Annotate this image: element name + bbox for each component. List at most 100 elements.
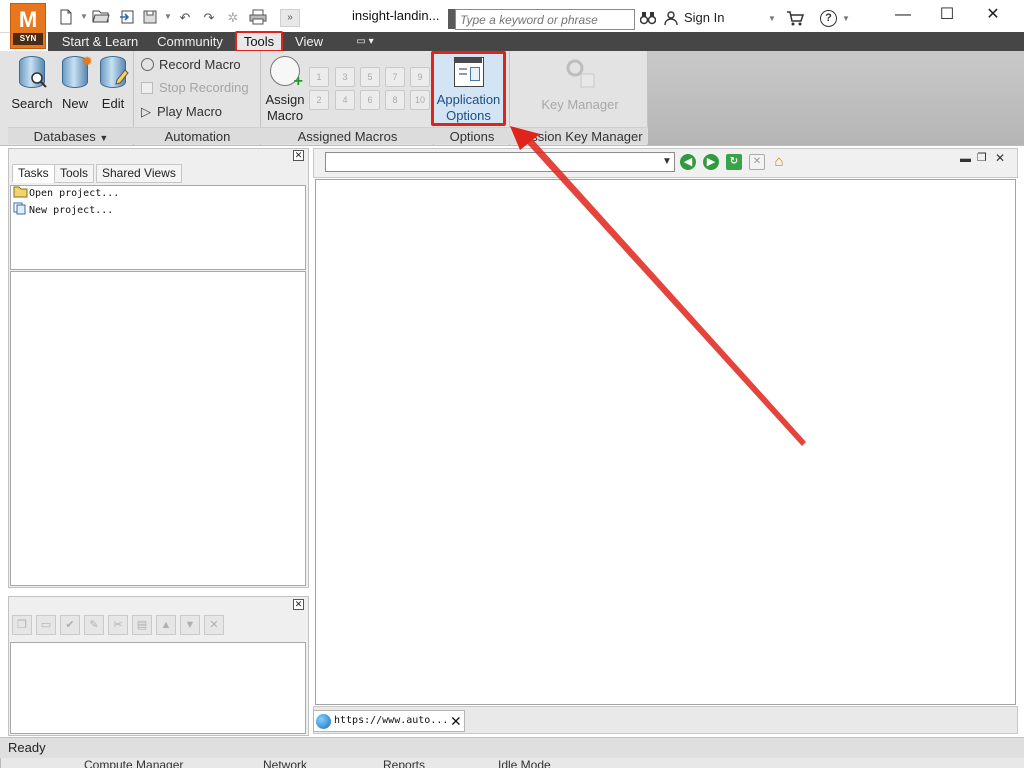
background-tab: Idle Mode xyxy=(498,758,551,768)
ribbon-display-options-icon[interactable]: ▭ ▾ xyxy=(350,32,380,51)
tab-tools[interactable]: Tools xyxy=(235,31,283,52)
address-combo[interactable] xyxy=(325,152,675,172)
database-new-label: New xyxy=(61,96,88,111)
filter-icon[interactable]: ▼ xyxy=(180,615,200,635)
move-up-icon[interactable]: ▲ xyxy=(156,615,176,635)
ribbon-group-automation-label: Automation xyxy=(134,127,261,144)
minimize-pane-icon[interactable]: ▬ xyxy=(960,153,972,165)
settings-icon[interactable]: ✲ xyxy=(224,9,242,27)
application-menu-button[interactable]: M SYN xyxy=(10,3,46,49)
new-file-icon[interactable] xyxy=(57,9,75,27)
tab-community[interactable]: Community xyxy=(152,32,228,51)
macro-slot-10[interactable]: 10 xyxy=(410,90,430,110)
tab-tools-pane[interactable]: Tools xyxy=(54,164,95,183)
minimize-button[interactable]: — xyxy=(880,2,926,30)
wrench-icon[interactable]: ✎ xyxy=(84,615,104,635)
new-file-dropdown-icon[interactable]: ▼ xyxy=(80,12,88,24)
document-tab[interactable]: https://www.auto... ✕ xyxy=(313,710,465,732)
back-icon[interactable]: ◀ xyxy=(680,154,696,170)
list-item[interactable]: New project... xyxy=(11,202,305,218)
background-tab: Network xyxy=(263,758,308,768)
macro-slot-5[interactable]: 5 xyxy=(360,67,380,87)
macro-slot-9[interactable]: 9 xyxy=(410,67,430,87)
key-icon xyxy=(563,56,597,90)
database-new-button[interactable]: ✹ New xyxy=(56,53,94,126)
undo-icon[interactable]: ↶ xyxy=(176,9,194,27)
redo-icon[interactable]: ↷ xyxy=(200,9,218,27)
play-macro-button[interactable]: ▷ Play Macro xyxy=(141,102,259,122)
browser-content[interactable] xyxy=(315,179,1016,705)
import-icon[interactable] xyxy=(118,9,136,27)
stop-icon[interactable]: ✕ xyxy=(749,154,765,170)
sign-in-button[interactable]: Sign In xyxy=(684,10,744,28)
key-manager-button[interactable]: Key Manager xyxy=(525,54,635,126)
open-folder-icon[interactable] xyxy=(92,9,110,27)
macro-slot-7[interactable]: 7 xyxy=(385,67,405,87)
forward-icon[interactable]: ▶ xyxy=(703,154,719,170)
task-details-area xyxy=(10,271,306,586)
delete-icon[interactable]: ✕ xyxy=(204,615,224,635)
database-edit-button[interactable]: Edit xyxy=(94,54,132,126)
quick-access-more-icon[interactable]: » xyxy=(280,9,300,27)
play-icon: ▷ xyxy=(141,104,151,119)
background-tab: Reports xyxy=(383,758,426,768)
globe-icon xyxy=(316,714,331,729)
macro-slot-8[interactable]: 8 xyxy=(385,90,405,110)
ribbon-group-options-label: Options xyxy=(434,127,510,144)
ribbon-group-databases-label: Databases xyxy=(33,129,96,144)
search-input[interactable] xyxy=(455,9,635,30)
database-edit-label: Edit xyxy=(101,96,125,111)
binoculars-icon[interactable] xyxy=(639,11,657,25)
print-icon[interactable] xyxy=(249,9,267,27)
sign-in-dropdown-icon[interactable]: ▼ xyxy=(768,14,776,23)
database-search-icon xyxy=(19,56,47,88)
save-dropdown-icon[interactable]: ▼ xyxy=(164,12,172,24)
macro-slot-3[interactable]: 3 xyxy=(335,67,355,87)
macro-slot-2[interactable]: 2 xyxy=(309,90,329,110)
copy-icon[interactable]: ❐ xyxy=(12,615,32,635)
application-options-icon xyxy=(453,57,484,87)
logo-badge: SYN xyxy=(13,33,43,45)
tab-start-and-learn[interactable]: Start & Learn xyxy=(55,32,145,51)
database-search-label: Search xyxy=(11,96,53,111)
stop-recording-label: Stop Recording xyxy=(159,80,249,95)
ribbon-group-databases-dropdown[interactable]: Databases ▼ xyxy=(8,127,134,144)
cut-icon[interactable]: ✂ xyxy=(108,615,128,635)
tab-tasks[interactable]: Tasks xyxy=(12,164,55,183)
close-button[interactable]: ✕ xyxy=(970,2,1016,30)
properties-icon[interactable]: ▤ xyxy=(132,615,152,635)
stop-recording-button[interactable]: Stop Recording xyxy=(141,78,259,98)
maximize-button[interactable]: ☐ xyxy=(924,2,970,30)
help-icon[interactable]: ? xyxy=(820,10,837,27)
task-open-project: Open project... xyxy=(29,188,120,199)
save-icon[interactable] xyxy=(141,9,159,27)
database-search-button[interactable]: Search xyxy=(10,54,54,126)
refresh-icon[interactable]: ↻ xyxy=(726,154,742,170)
check-icon[interactable]: ✔ xyxy=(60,615,80,635)
close-tab-icon[interactable]: ✕ xyxy=(451,711,461,731)
macro-slot-6[interactable]: 6 xyxy=(360,90,380,110)
document-tab-label: https://www.auto... xyxy=(334,715,449,726)
task-list: Open project... New project... xyxy=(10,185,306,270)
folder-icon[interactable]: ▭ xyxy=(36,615,56,635)
list-item[interactable]: Open project... xyxy=(11,186,305,202)
application-options-button[interactable]: Application Options xyxy=(431,51,506,126)
close-browser-pane-icon[interactable]: ✕ xyxy=(995,152,1008,165)
play-macro-label: Play Macro xyxy=(157,104,223,119)
ribbon-group-session-key-manager-label: Session Key Manager xyxy=(510,127,648,144)
help-dropdown-icon[interactable]: ▼ xyxy=(842,14,850,23)
tab-shared-views[interactable]: Shared Views xyxy=(96,164,182,183)
home-icon[interactable]: ⌂ xyxy=(771,154,787,170)
macro-slot-1[interactable]: 1 xyxy=(309,67,329,87)
status-text: Ready xyxy=(8,740,46,755)
macro-slot-4[interactable]: 4 xyxy=(335,90,355,110)
restore-pane-icon[interactable]: ❐ xyxy=(977,152,990,165)
close-lower-pane-icon[interactable]: ✕ xyxy=(293,599,304,610)
close-pane-icon[interactable]: ✕ xyxy=(293,150,304,161)
assign-macro-button[interactable]: + Assign Macro xyxy=(263,54,307,126)
chevron-down-icon[interactable]: ▼ xyxy=(660,153,674,171)
ribbon-group-assigned-macros-label: Assigned Macros xyxy=(261,127,434,144)
record-macro-button[interactable]: Record Macro xyxy=(141,55,259,75)
cart-icon[interactable] xyxy=(786,10,805,26)
tab-view[interactable]: View xyxy=(290,32,328,51)
